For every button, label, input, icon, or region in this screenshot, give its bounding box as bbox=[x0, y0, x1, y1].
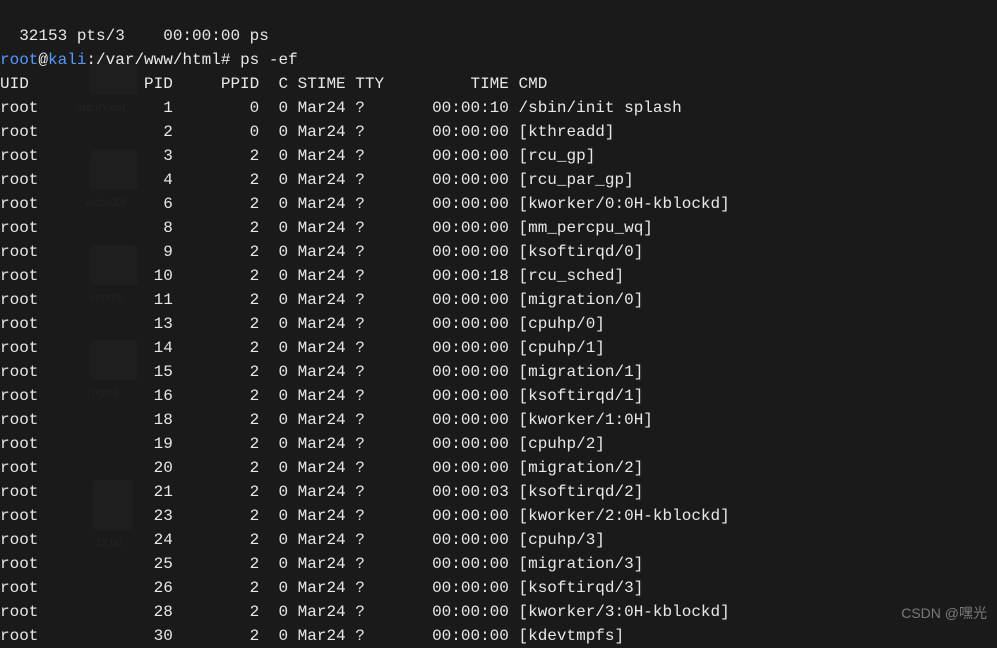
desktop-folder-icon bbox=[90, 150, 138, 190]
desktop-folder-icon bbox=[90, 55, 138, 95]
desktop-folder-icon bbox=[90, 245, 138, 285]
desktop-label: ngrok bbox=[92, 385, 120, 402]
desktop-label: venom bbox=[90, 290, 123, 307]
desktop-label: wafw00f bbox=[85, 195, 125, 212]
prev-output-line: 32153 pts/3 00:00:00 ps bbox=[0, 27, 269, 45]
desktop-label: identYwat bbox=[77, 100, 125, 117]
typed-command: ps -ef bbox=[240, 51, 298, 69]
watermark-text: CSDN @嘿光 bbox=[901, 603, 987, 624]
desktop-folder-icon bbox=[90, 340, 138, 380]
prompt-at: @ bbox=[38, 51, 48, 69]
desktop-label: 12.txt bbox=[95, 535, 122, 552]
terminal-output[interactable]: 32153 pts/3 00:00:00 ps root@kali:/var/w… bbox=[0, 0, 997, 648]
prompt-host: kali bbox=[48, 51, 86, 69]
prompt-hash: # bbox=[221, 51, 240, 69]
prompt-user: root bbox=[0, 51, 38, 69]
desktop-file-icon bbox=[93, 480, 133, 530]
